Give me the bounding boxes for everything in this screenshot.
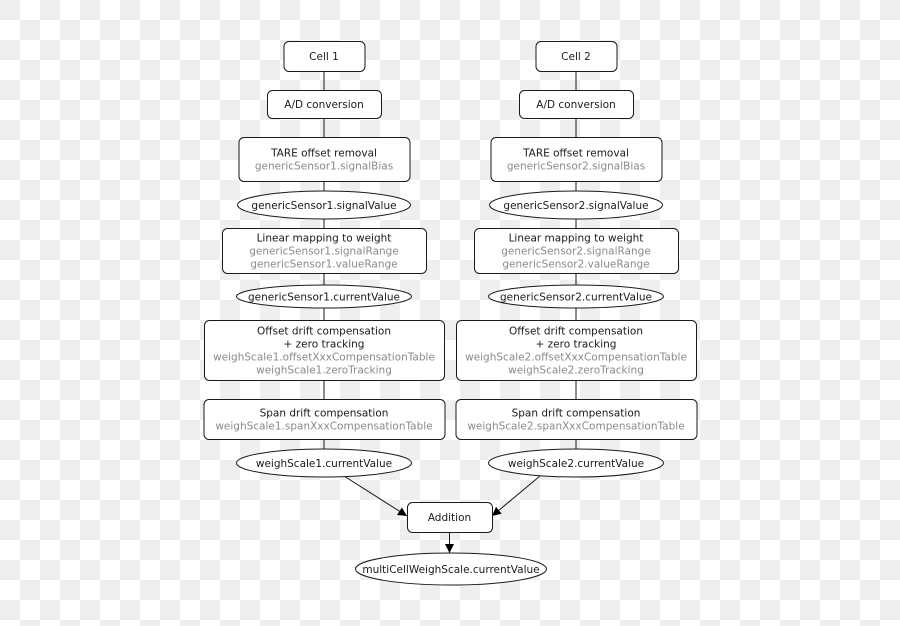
cell2-step-linear-mapping-to-weight-property: genericSensor2.signalRange <box>501 246 651 258</box>
cell2-step-tare-offset-removal-property: genericSensor2.signalBias <box>507 161 645 173</box>
cell1-step-linear-mapping-to-weight-property: genericSensor1.signalRange <box>249 246 399 258</box>
cell2-value-genericsensor2-currentvalue-label: genericSensor2.currentValue <box>500 292 652 304</box>
result-ellipse: multiCellWeighScale.currentValue <box>355 552 547 586</box>
cell2-step-offset-drift-compensation-property: weighScale2.zeroTracking <box>508 365 644 377</box>
cell1-step-linear-mapping-to-weight-label: Linear mapping to weight <box>257 233 392 245</box>
cell1-step-tare-offset-removal-label: TARE offset removal <box>270 148 377 160</box>
cell2-step-span-drift-compensation-shape <box>455 399 698 440</box>
cell1-step-linear-mapping-to-weight-property: genericSensor1.valueRange <box>250 259 397 271</box>
cell2-value-genericsensor2-currentvalue: genericSensor2.currentValue <box>488 284 664 309</box>
cell1-value-genericsensor1-signalvalue: genericSensor1.signalValue <box>237 190 411 220</box>
cell2-step-offset-drift-compensation-label: + zero tracking <box>536 339 617 351</box>
cell1-value-genericsensor1-currentvalue: genericSensor1.currentValue <box>236 284 412 309</box>
cell1-step-tare-offset-removal-property: genericSensor1.signalBias <box>255 161 393 173</box>
cell2-step-span-drift-compensation: Span drift compensationweighScale2.spanX… <box>455 399 698 440</box>
cell1-value-genericsensor1-currentvalue-label: genericSensor1.currentValue <box>248 292 400 304</box>
cell1-value-weighscale1-currentvalue: weighScale1.currentValue <box>236 448 412 478</box>
cell2-step-span-drift-compensation-label: Span drift compensation <box>512 408 641 420</box>
cell1-value-weighscale1-currentvalue-label: weighScale1.currentValue <box>256 458 392 470</box>
cell2-value-genericsensor2-signalvalue: genericSensor2.signalValue <box>489 190 663 220</box>
cell2-step-tare-offset-removal-label: TARE offset removal <box>522 148 629 160</box>
cell2-step-tare-offset-removal: TARE offset removalgenericSensor2.signal… <box>490 137 663 182</box>
cell1-step-linear-mapping-to-weight: Linear mapping to weightgenericSensor1.s… <box>222 228 427 274</box>
cell1-step-span-drift-compensation: Span drift compensationweighScale1.spanX… <box>203 399 446 440</box>
cell1-step-offset-drift-compensation: Offset drift compensation+ zero tracking… <box>204 320 445 381</box>
arrow-cell2-to-addition <box>491 475 541 517</box>
cell2-step-cell-2: Cell 2 <box>535 41 618 72</box>
cell2-step-tare-offset-removal-shape <box>490 137 663 182</box>
cell2-step-linear-mapping-to-weight-property: genericSensor2.valueRange <box>502 259 649 271</box>
cell1-step-cell-1: Cell 1 <box>283 41 366 72</box>
cell2-step-cell-2-label: Cell 2 <box>561 51 591 63</box>
cell1-step-a-d-conversion: A/D conversion <box>267 90 382 119</box>
cell1-step-tare-offset-removal-shape <box>238 137 411 182</box>
cell1-step-span-drift-compensation-property: weighScale1.spanXxxCompensationTable <box>215 421 432 433</box>
cell1-value-genericsensor1-signalvalue-label: genericSensor1.signalValue <box>251 200 396 212</box>
cell2-step-offset-drift-compensation-property: weighScale2.offsetXxxCompensationTable <box>465 352 687 364</box>
cell2-value-weighscale2-currentvalue: weighScale2.currentValue <box>488 448 664 478</box>
cell1-step-cell-1-label: Cell 1 <box>309 51 339 63</box>
cell2-step-linear-mapping-to-weight: Linear mapping to weightgenericSensor2.s… <box>474 228 679 274</box>
cell2-step-a-d-conversion: A/D conversion <box>519 90 634 119</box>
cell1-step-offset-drift-compensation-label: + zero tracking <box>284 339 365 351</box>
cell1-step-tare-offset-removal: TARE offset removalgenericSensor1.signal… <box>238 137 411 182</box>
cell1-step-a-d-conversion-label: A/D conversion <box>284 99 363 111</box>
cell2-step-offset-drift-compensation-label: Offset drift compensation <box>509 326 643 338</box>
cell2-step-offset-drift-compensation: Offset drift compensation+ zero tracking… <box>456 320 697 381</box>
cell2-step-a-d-conversion-label: A/D conversion <box>536 99 615 111</box>
cell2-value-weighscale2-currentvalue-label: weighScale2.currentValue <box>508 458 644 470</box>
flow-diagram: Cell 1A/D conversionTARE offset removalg… <box>203 41 698 586</box>
cell2-value-genericsensor2-signalvalue-label: genericSensor2.signalValue <box>503 200 648 212</box>
cell1-step-offset-drift-compensation-property: weighScale1.offsetXxxCompensationTable <box>213 352 435 364</box>
cell2-step-linear-mapping-to-weight-label: Linear mapping to weight <box>509 233 644 245</box>
cell1-step-span-drift-compensation-shape <box>203 399 446 440</box>
nodes: Cell 1A/D conversionTARE offset removalg… <box>203 41 698 586</box>
arrow-cell1-to-addition <box>343 475 408 517</box>
cell2-step-span-drift-compensation-property: weighScale2.spanXxxCompensationTable <box>467 421 684 433</box>
result-ellipse-label: multiCellWeighScale.currentValue <box>362 564 539 576</box>
cell1-step-offset-drift-compensation-label: Offset drift compensation <box>257 326 391 338</box>
cell1-step-span-drift-compensation-label: Span drift compensation <box>260 408 389 420</box>
addition-box: Addition <box>407 502 493 533</box>
cell1-step-offset-drift-compensation-property: weighScale1.zeroTracking <box>256 365 392 377</box>
addition-box-label: Addition <box>428 512 471 524</box>
